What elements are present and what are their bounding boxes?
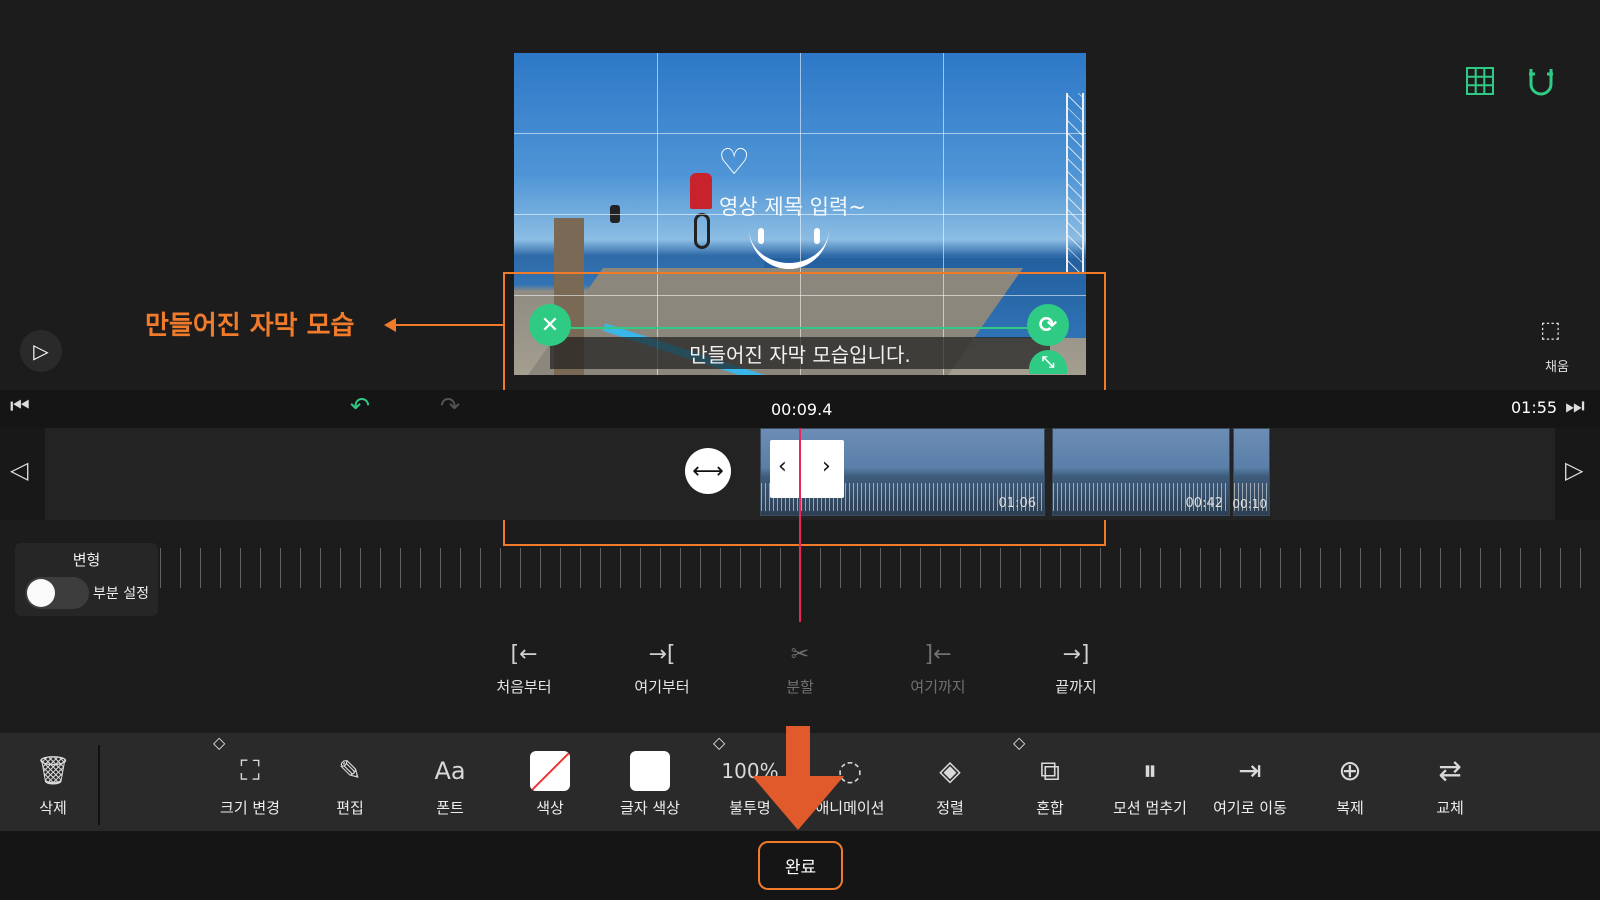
preview-title-text[interactable]: 영상 제목 입력~ [719,191,866,221]
transform-title: 변형 [72,551,101,569]
crop-icon: ⛶ [240,754,260,787]
jump-end-icon[interactable]: ⏭ [1565,394,1585,419]
keyframe-diamond-icon: ◇ [213,733,226,752]
pause-motion-label: 모션 멈추기 [1113,799,1187,817]
trim-to-end-button[interactable]: →] 끝까지 [1016,642,1136,697]
split-button[interactable]: ✂ 분할 [740,642,860,697]
blend-button[interactable]: ⧉ 혼합 [1000,751,1100,818]
trim-from-here-label: 여기부터 [634,678,690,696]
drag-handle-icon[interactable]: ⟷ [685,448,731,494]
trim-from-start-label: 처음부터 [496,678,552,696]
annotation-arrow [386,324,504,326]
current-time: 00:09.4 [771,400,833,419]
partial-setting-label: 부분 설정 [93,586,149,602]
playhead[interactable] [799,428,801,622]
trash-icon: 🗑 [35,754,71,787]
clip-duration: 00:10 [1232,497,1267,511]
color-swatch-icon [500,751,600,791]
done-button[interactable]: 완료 [758,841,843,890]
trim-to-here-label: 여기까지 [910,678,966,696]
jump-start-icon[interactable]: ⏮ [10,394,30,419]
partial-setting-toggle[interactable] [25,577,89,609]
annotation-down-arrow-head [752,776,844,830]
replace-button[interactable]: ⇄ 교체 [1400,751,1500,818]
pause-motion-button[interactable]: ⏸ 모션 멈추기 [1100,751,1200,818]
color-button[interactable]: 색상 [500,751,600,818]
timeline-clip[interactable]: 00:42 [1052,428,1230,516]
arrange-button[interactable]: ◈ 정렬 [900,751,1000,818]
play-icon[interactable]: ▷ [20,330,62,372]
delete-button[interactable]: 🗑 삭제 [3,751,103,818]
trim-from-here-icon: →[ [648,642,676,667]
annotation-callout: 만들어진 자막 모습 [145,311,355,341]
pencil-icon: ✎ [338,754,362,787]
annotation-arrow-head [384,318,396,332]
replace-label: 교체 [1436,799,1464,817]
resize-button[interactable]: ⛶ 크기 변경 [200,751,300,818]
toolbar-divider [98,745,100,825]
trim-to-here-button[interactable]: ]← 여기까지 [878,642,998,697]
trim-left-icon[interactable]: ‹ [778,454,787,479]
blend-label: 혼합 [1036,799,1064,817]
split-scissors-icon: ✂ [790,642,810,667]
duplicate-label: 복제 [1336,799,1364,817]
trim-from-here-button[interactable]: →[ 여기부터 [602,642,722,697]
trim-to-end-icon: →] [1062,642,1090,667]
subtitle-clip-trim[interactable]: ‹ › [770,440,844,498]
text-color-button[interactable]: 글자 색상 [600,751,700,818]
prev-frame-icon[interactable]: ◁ [10,456,28,484]
keyframe-diamond-icon: ◇ [1013,733,1026,752]
toggle-knob [27,579,55,607]
fill-label: 채움 [1545,360,1569,375]
grid-line [514,214,1086,215]
clip-duration: 01:06 [998,496,1036,511]
font-icon: Aa [434,757,466,785]
clip-duration: 00:42 [1185,496,1223,511]
replace-icon: ⇄ [1438,754,1462,787]
color-label: 색상 [536,799,564,817]
total-time: 01:55 [1511,398,1558,417]
preview-cyclist [690,173,712,209]
font-label: 폰트 [436,799,464,817]
move-here-icon: ⇥ [1238,754,1262,787]
move-here-label: 여기로 이동 [1213,799,1287,817]
heart-sticker-icon: ♡ [718,142,751,183]
next-frame-icon[interactable]: ▷ [1565,456,1583,484]
duplicate-button[interactable]: ⊕ 복제 [1300,751,1400,818]
split-label: 분할 [786,678,814,696]
duplicate-icon: ⊕ [1338,754,1362,787]
arrange-label: 정렬 [936,799,964,817]
redo-icon[interactable]: ↷ [440,392,460,420]
preview-tower [1066,93,1084,273]
timeline-clip[interactable]: 00:10 [1232,428,1270,516]
transform-panel: 변형 부분 설정 [15,543,158,616]
layers-icon: ◈ [939,754,961,787]
blend-icon: ⧉ [1040,754,1060,787]
grid-toggle-icon[interactable] [1465,66,1495,102]
edit-button[interactable]: ✎ 편집 [300,751,400,818]
text-color-label: 글자 색상 [620,799,680,817]
trim-from-start-icon: [← [510,642,538,667]
move-here-button[interactable]: ⇥ 여기로 이동 [1200,751,1300,818]
trim-to-end-label: 끝까지 [1055,678,1097,696]
trim-from-start-button[interactable]: [← 처음부터 [464,642,584,697]
timeline-header: ⏮ ↶ ↷ 00:09.4 01:55 ⏭ [0,390,1600,428]
undo-icon[interactable]: ↶ [350,392,370,420]
pause-motion-icon: ⏸ [1142,754,1157,787]
trim-to-here-icon: ]← [924,642,952,667]
grid-line [514,133,1086,134]
edit-label: 편집 [336,799,364,817]
delete-label: 삭제 [39,799,67,817]
trim-right-icon[interactable]: › [822,454,831,479]
text-color-swatch-icon [600,751,700,791]
font-button[interactable]: Aa 폰트 [400,751,500,818]
keyframe-diamond-icon: ◇ [713,733,726,752]
resize-label: 크기 변경 [220,799,280,817]
fill-icon[interactable]: ⬚ [1540,318,1561,343]
preview-bicycle [694,213,710,249]
magnet-snap-icon[interactable] [1526,66,1556,104]
timeline-ruler[interactable] [160,548,1600,588]
